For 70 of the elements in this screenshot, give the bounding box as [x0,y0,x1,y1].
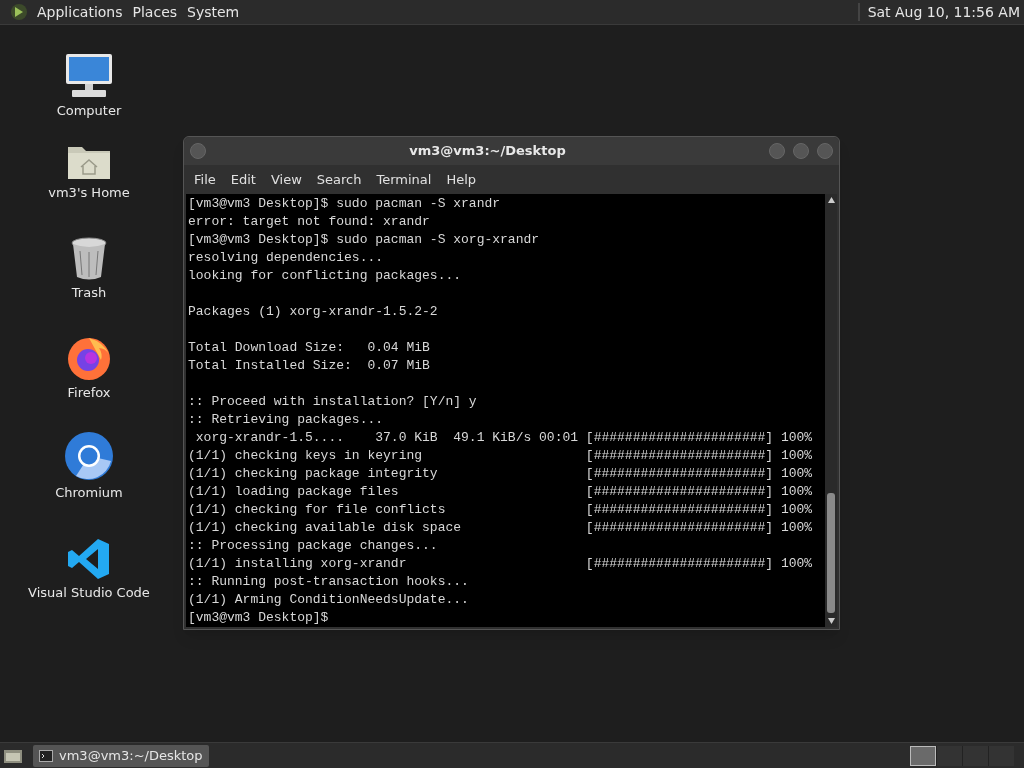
panel-menu[interactable]: System [182,1,245,23]
terminal-line: [vm3@vm3 Desktop]$ [188,609,329,627]
percent-text: 100% [780,555,813,573]
panel-menu[interactable]: Places [127,1,183,23]
terminal-line: (1/1) installing xorg-xrandr [188,555,408,573]
terminal-line: resolving dependencies... [188,249,384,267]
menu-item[interactable]: Search [310,169,368,189]
computer-icon [64,53,114,99]
close-button[interactable] [817,142,833,159]
terminal-line: Total Download Size: 0.04 MiB [188,339,430,357]
percent-text: 100% [780,447,813,465]
code-editor-icon [67,537,111,581]
chromium-icon [64,431,114,481]
panel-menu[interactable]: Applications [32,1,128,23]
progress-bar-text: [######################] [585,483,774,501]
terminal-line: looking for conflicting packages... [188,267,462,285]
workspace-switcher[interactable] [936,745,962,766]
maximize-button[interactable] [793,142,809,159]
terminal-line: Packages (1) xorg-xrandr-1.5.2-2 [188,303,438,321]
terminal-line: (1/1) checking package integrity [188,465,439,483]
desktop-icon-label[interactable]: Computer [56,101,122,121]
progress-bar-text: [######################] [585,555,774,573]
window-menu-icon[interactable] [190,142,206,159]
workspace-switcher[interactable] [910,745,936,766]
terminal-line: :: Proceed with installation? [Y/n] y [188,393,477,411]
progress-bar-text: [######################] [585,429,774,447]
menu-item[interactable]: View [264,169,308,189]
distro-logo-icon[interactable] [10,3,28,21]
desktop-icon-label[interactable]: Firefox [67,383,111,403]
terminal-line: (1/1) checking for file conflicts [188,501,447,519]
percent-text: 100% [780,429,813,447]
desktop-icon-label[interactable]: Trash [71,283,107,303]
terminal-line: error: target not found: xrandr [188,213,430,231]
terminal-line: :: Retrieving packages... [188,411,384,429]
scroll-down-icon[interactable] [827,618,835,624]
progress-bar-text: [######################] [585,501,774,519]
trash-icon [70,237,108,281]
show-desktop-icon[interactable] [3,747,23,764]
clock[interactable]: Sat Aug 10, 11:56 AM [867,1,1020,23]
terminal-line: (1/1) checking available disk space [188,519,463,537]
progress-bar-text: [######################] [585,465,774,483]
desktop-icon-label[interactable]: Visual Studio Code [28,583,150,603]
scroll-up-icon[interactable] [827,197,835,203]
taskbar-button[interactable]: vm3@vm3:~/Desktop [33,744,209,767]
terminal-line: Total Installed Size: 0.07 MiB [188,357,430,375]
percent-text: 100% [780,483,813,501]
percent-text: 100% [780,501,813,519]
progress-bar-text: [######################] [585,447,774,465]
scrollbar[interactable] [825,194,837,627]
terminal-line: [vm3@vm3 Desktop]$ sudo pacman -S xrandr [188,195,501,213]
menu-item[interactable]: File [188,169,222,189]
scrollbar-thumb[interactable] [827,493,835,613]
terminal-line: (1/1) checking keys in keyring [188,447,424,465]
menu-item[interactable]: Edit [224,169,262,189]
terminal-line: :: Running post-transaction hooks... [188,573,469,591]
percent-text: 100% [780,465,813,483]
terminal-line: :: Processing package changes... [188,537,438,555]
menu-item[interactable]: Terminal [370,169,438,189]
terminal-icon [39,749,53,762]
terminal-line: [vm3@vm3 Desktop]$ sudo pacman -S xorg-xrandr [188,231,540,249]
terminal-line: xorg-xrandr-1.5.... 37.0 KiB 49.1 KiB/s 00:01 [194,429,580,447]
window-title: vm3@vm3:~/Desktop [408,142,567,160]
menu-item[interactable]: Help [440,169,483,189]
desktop-icon-label[interactable]: Chromium [55,483,123,503]
minimize-button[interactable] [769,142,785,159]
progress-bar-text: [######################] [585,519,774,537]
desktop-icon-label[interactable]: vm3's Home [48,183,130,203]
percent-text: 100% [780,519,813,537]
terminal-line: (1/1) Arming ConditionNeedsUpdate... [188,591,469,609]
terminal-line: (1/1) loading package files [188,483,400,501]
